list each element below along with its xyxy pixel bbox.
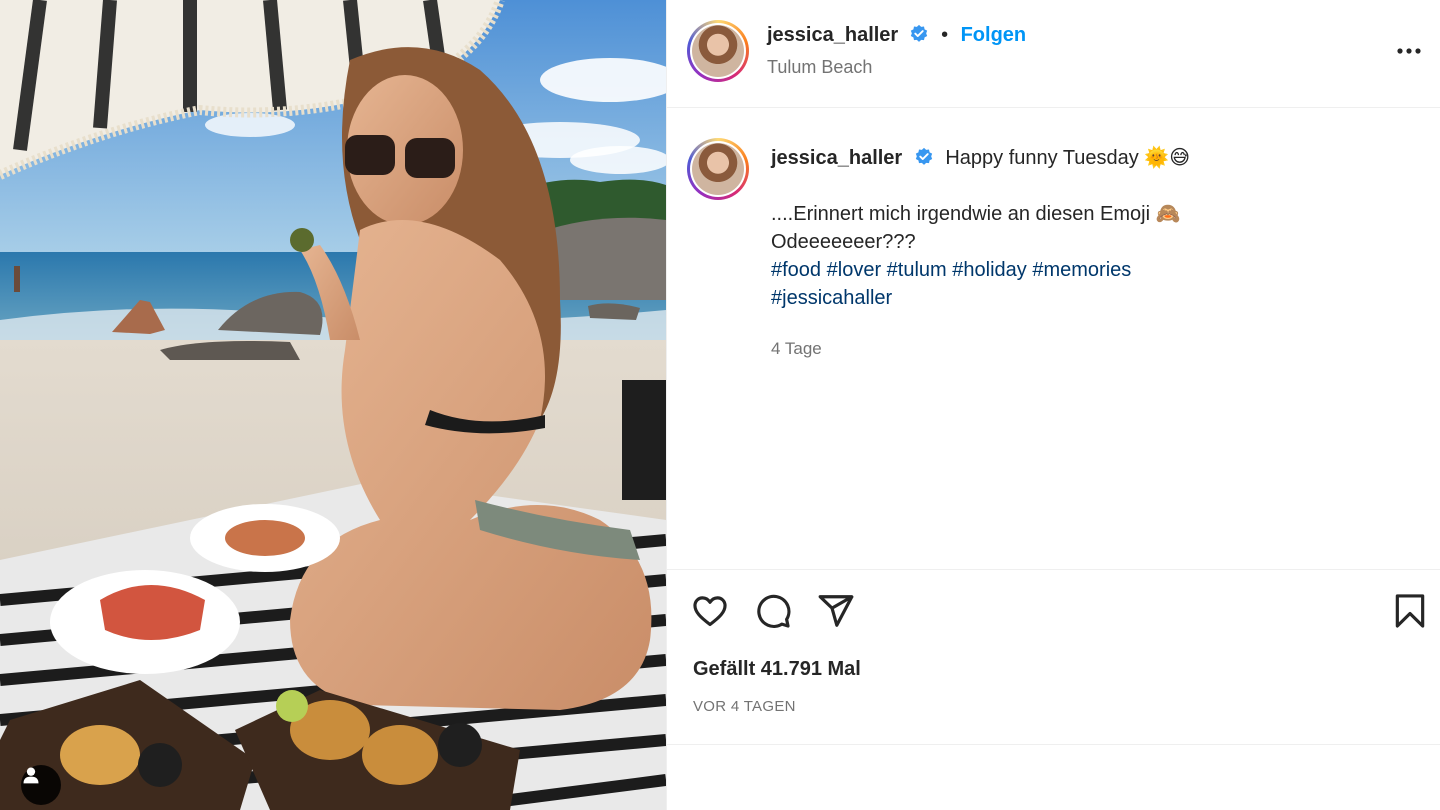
post-dialog: jessica_haller • Folgen Tulum Beach jess… [0,0,1440,810]
beach-scene-image [0,0,666,810]
hashtag-link[interactable]: #jessicahaller [771,287,892,309]
share-icon[interactable] [817,592,855,630]
hashtag-link[interactable]: #lover [827,259,881,281]
post-header: jessica_haller • Folgen Tulum Beach [667,0,1440,108]
post-timestamp[interactable]: VOR 4 TAGEN [693,698,796,715]
post-photo[interactable] [0,0,666,810]
caption-age[interactable]: 4 Tage [771,339,822,359]
separator-dot: • [941,24,949,46]
caption-body-line-1: ....Erinnert mich irgendwie an diesen Em… [771,203,1181,225]
caption-section: jessica_haller Happy funny Tuesday 🌞😅 ..… [667,108,1440,570]
hashtag-link[interactable]: #memories [1032,259,1131,281]
verified-badge-icon [910,24,927,42]
caption-hashtags: #food #lover #tulum #holiday #memories #… [771,256,1211,312]
caption-body-line-2: Odeeeeeeer??? [771,231,916,253]
likes-count[interactable]: Gefällt 41.791 Mal [693,658,861,681]
more-options-icon[interactable] [1395,40,1423,62]
hashtag-link[interactable]: #food [771,259,821,281]
caption-username[interactable]: jessica_haller [771,147,902,169]
heart-icon[interactable] [691,592,729,630]
caption-title-text: Happy funny Tuesday 🌞😅 [945,147,1191,169]
author-avatar[interactable] [687,20,749,82]
user-tag-icon [23,767,39,784]
hashtag-link[interactable]: #tulum [887,259,947,281]
hashtag-link[interactable]: #holiday [952,259,1027,281]
post-side-panel: jessica_haller • Folgen Tulum Beach jess… [666,0,1440,810]
verified-badge-icon [915,147,932,165]
post-location[interactable]: Tulum Beach [767,57,872,78]
bookmark-icon[interactable] [1391,592,1429,630]
follow-button[interactable]: Folgen [961,24,1027,46]
comment-icon[interactable] [754,592,792,630]
user-tag-button[interactable] [21,765,61,805]
caption-author-avatar[interactable] [687,138,749,200]
caption-first-line: jessica_haller Happy funny Tuesday 🌞😅 [771,144,1190,172]
author-line: jessica_haller • Folgen [767,24,1026,47]
author-username[interactable]: jessica_haller [767,24,898,46]
post-actions: Gefällt 41.791 Mal VOR 4 TAGEN [667,569,1440,745]
